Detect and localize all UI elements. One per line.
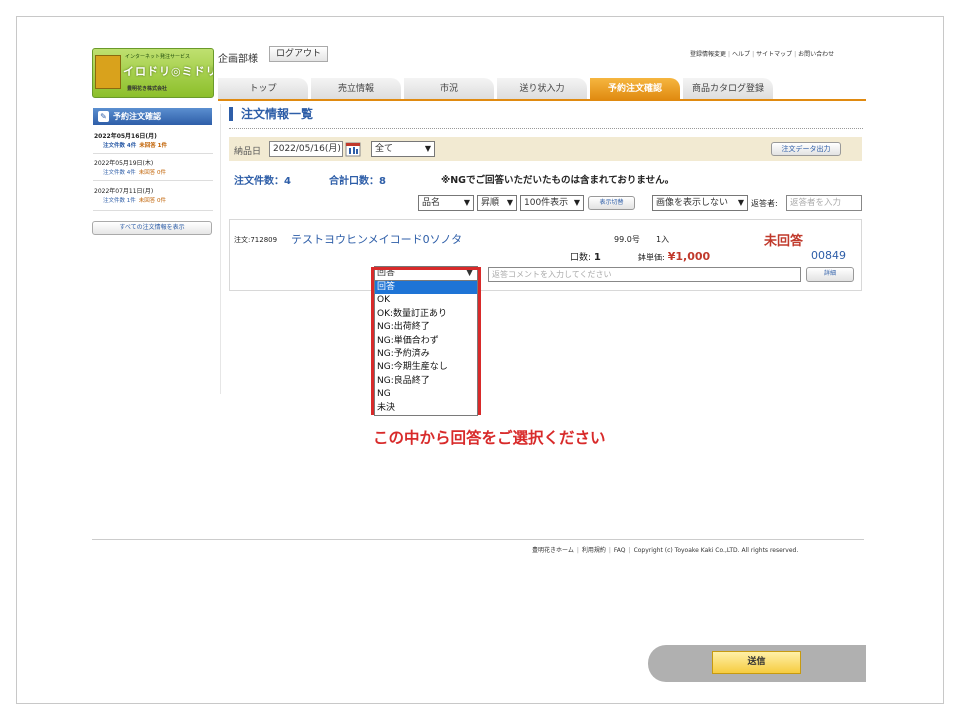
unit-price: 鉢単価: ¥1,000 [638, 250, 711, 263]
delivery-date-label: 納品日 [234, 147, 262, 157]
toggle-view-button[interactable]: 表示切替 [588, 196, 635, 210]
chevron-down-icon: ▼ [463, 198, 470, 207]
link-account-settings[interactable]: 登録情報変更 [690, 51, 726, 58]
product-code: 00849 [811, 249, 846, 262]
instruction-callout: この中から回答をご選択ください [373, 429, 606, 447]
order-number: 注文:712809 [234, 236, 278, 244]
footer-divider [92, 539, 864, 540]
footer-link-faq[interactable]: FAQ [614, 547, 626, 554]
chevron-down-icon: ▼ [506, 198, 513, 207]
replier-label: 返答者: [751, 199, 778, 208]
pencil-icon: ✎ [98, 111, 109, 122]
sidebar-date-2[interactable]: 2022年05月19日(木) [94, 158, 153, 167]
answer-options-list: 回答 OK OK:数量訂正あり NG:出荷終了 NG:単価合わず NG:予約済み… [374, 280, 478, 416]
footer: 豊明花きホーム | 利用規約 | FAQ | Copyright (c) Toyoake K… [532, 547, 799, 554]
page-title: 注文情報一覧 [229, 107, 313, 121]
answer-option[interactable]: NG [375, 388, 477, 401]
sidebar-separator [93, 210, 213, 211]
delivery-date-field[interactable]: 2022/05/16(月) [269, 141, 343, 157]
copyright: Copyright (c) Toyoake Kaki Co.,LTD. All … [633, 547, 799, 554]
answer-option[interactable]: OK [375, 294, 477, 307]
site-logo[interactable]: インターネット発注サービス イロドリ◎ミドリ 豊明花き株式会社 [92, 48, 214, 98]
logo-company: 豊明花き株式会社 [127, 86, 168, 92]
answer-option[interactable]: NG:単価合わず [375, 335, 477, 348]
footer-link-terms[interactable]: 利用規約 [582, 547, 606, 554]
main-tabs: トップ 売立情報 市況 送り状入力 予約注文確認 商品カタログ登録 [218, 78, 864, 100]
answer-option[interactable]: 未決 [375, 402, 477, 415]
sidebar-date-1[interactable]: 2022年05月16日(月) [94, 131, 157, 140]
answer-option[interactable]: NG:今期生産なし [375, 361, 477, 374]
sidebar-count-3: 注文件数 1件 未回答 0件 [103, 198, 166, 204]
sidebar-count-2: 注文件数 4件 未回答 0件 [103, 170, 166, 176]
sidebar-separator [93, 153, 213, 154]
ng-note: ※NGでご回答いただいたものは含まれておりません。 [441, 175, 675, 186]
tab-top[interactable]: トップ [218, 78, 308, 100]
user-name: 企画部様 [218, 54, 258, 65]
status-badge: 未回答 [764, 234, 804, 249]
tab-invoice-input[interactable]: 送り状入力 [497, 78, 587, 100]
link-help[interactable]: ヘルプ [732, 51, 750, 58]
answer-option[interactable]: OK:数量訂正あり [375, 308, 477, 321]
link-sitemap[interactable]: サイトマップ [756, 51, 792, 58]
logout-button[interactable]: ログアウト [269, 46, 329, 62]
answer-option[interactable]: NG:予約済み [375, 348, 477, 361]
scope-select[interactable]: 全て ▼ [371, 141, 435, 157]
pot-size: 99.0号 [614, 235, 640, 244]
answer-option[interactable]: NG:出荷終了 [375, 321, 477, 334]
tab-reservation-orders[interactable]: 予約注文確認 [590, 78, 680, 100]
calendar-icon[interactable] [345, 141, 361, 157]
title-divider [229, 128, 863, 129]
logo-box-icon [95, 55, 121, 89]
logo-tagline: インターネット発注サービス [125, 54, 191, 60]
tab-market[interactable]: 市況 [404, 78, 494, 100]
chevron-down-icon: ▼ [424, 144, 431, 153]
tab-sales-info[interactable]: 売立情報 [311, 78, 401, 100]
sidebar-separator [93, 180, 213, 181]
export-data-button[interactable]: 注文データ出力 [771, 142, 841, 156]
show-all-orders-button[interactable]: すべての注文情報を表示 [92, 221, 212, 235]
link-contact[interactable]: お問い合わせ [798, 51, 834, 58]
replier-input[interactable]: 返答者を入力 [786, 195, 862, 211]
sort-order-select[interactable]: 昇順 ▼ [477, 195, 517, 211]
submit-button[interactable]: 送信 [712, 651, 801, 674]
detail-button[interactable]: 詳細 [806, 267, 854, 282]
sidebar-divider [220, 104, 221, 394]
footer-link-home[interactable]: 豊明花きホーム [532, 547, 574, 554]
sidebar-title: ✎ 予約注文確認 [93, 108, 212, 125]
logo-brand: イロドリ◎ミドリ [123, 65, 214, 78]
sidebar-count-1: 注文件数 4件 未回答 1件 [103, 143, 167, 149]
image-mode-select[interactable]: 画像を表示しない ▼ [652, 195, 748, 211]
quantity-unit: 1入 [656, 235, 670, 244]
order-count: 注文件数：4 [234, 176, 291, 187]
tab-catalog-registration[interactable]: 商品カタログ登録 [683, 78, 773, 100]
chevron-down-icon: ▼ [737, 198, 744, 207]
answer-option[interactable]: NG:良品終了 [375, 375, 477, 388]
product-name: テストヨウヒンメイコード0ソノタ [291, 233, 463, 246]
sort-field-select[interactable]: 品名 ▼ [418, 195, 474, 211]
sidebar-date-3[interactable]: 2022年07月11日(月) [94, 186, 153, 195]
top-links: 登録情報変更 | ヘルプ | サイトマップ | お問い合わせ [690, 51, 835, 58]
page-size-select[interactable]: 100件表示 ▼ [520, 195, 584, 211]
total-lots: 合計口数：8 [329, 176, 386, 187]
reply-comment-input[interactable]: 返答コメントを入力してください [488, 267, 801, 282]
tab-underline [218, 99, 866, 101]
chevron-down-icon: ▼ [573, 198, 580, 207]
answer-option[interactable]: 回答 [375, 281, 477, 295]
lots-count: 口数: 1 [570, 252, 601, 263]
